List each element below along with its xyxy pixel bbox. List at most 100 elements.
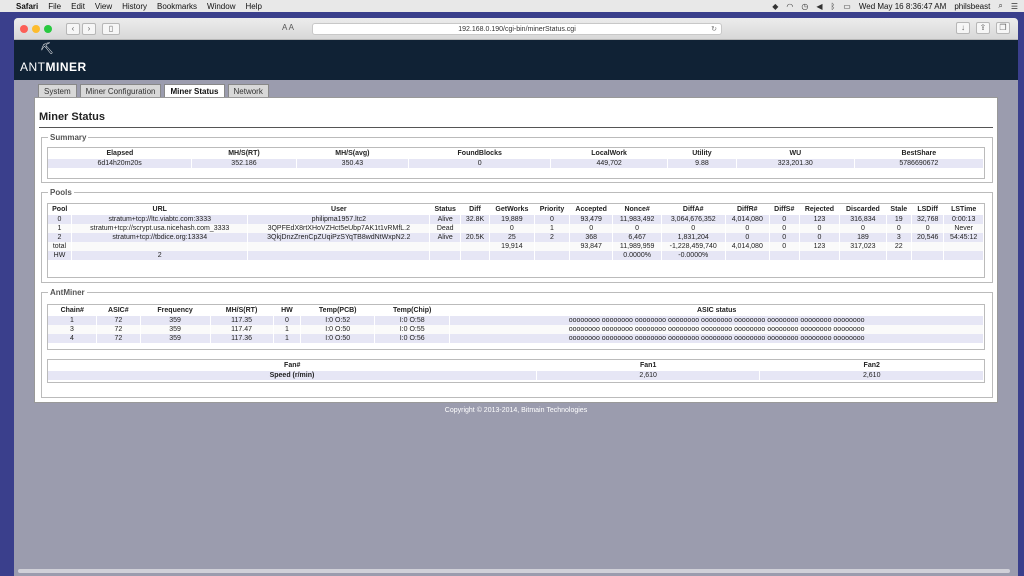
fans-table-box: Fan# Fan1 Fan2 Speed (r/min) 2,610 2,610 (47, 359, 985, 383)
fans-table: Fan# Fan1 Fan2 Speed (r/min) 2,610 2,610 (48, 360, 984, 380)
menu-bookmarks[interactable]: Bookmarks (157, 2, 197, 11)
pools-table: Pool URL User Status Diff GetWorks Priority Acc… (48, 204, 984, 260)
chains-cell: oooooooo oooooooo oooooooo oooooooo oooo… (449, 334, 984, 343)
summary-cell: 350.43 (296, 159, 410, 168)
summary-header: FoundBlocks (457, 150, 502, 157)
pools-cell: stratum+tcp://scrypt.usa.nicehash.com_33… (71, 224, 249, 233)
antminer-logo: ⛏ ANTMINER (20, 43, 87, 74)
back-icon[interactable]: ‹ (66, 22, 80, 35)
pools-cell: 19 (886, 215, 912, 224)
chains-header: HW (281, 307, 293, 314)
pools-cell: 1 (48, 224, 72, 233)
pools-header: DiffR# (736, 206, 758, 213)
pools-cell: 0 (911, 224, 945, 233)
table-row: 1 stratum+tcp://scrypt.usa.nicehash.com_3… (48, 224, 984, 233)
volume-icon[interactable]: ◀ (816, 2, 822, 11)
chains-cell: 1 (48, 316, 97, 325)
pools-cell: 0 (799, 233, 841, 242)
pools-cell: 1 (534, 224, 570, 233)
pools-cell: 0 (48, 215, 72, 224)
menu-help[interactable]: Help (245, 2, 261, 11)
pools-cell: 0 (569, 224, 614, 233)
sidebar-icon[interactable]: ▯ (102, 22, 120, 35)
pools-cell: philipma1957.ltc2 (247, 215, 431, 224)
table-row: 0 stratum+tcp://ltc.viabtc.com:3333 philip… (48, 215, 984, 224)
pools-cell: 11,989,959 (612, 242, 662, 251)
pools-cell: 0 (661, 224, 726, 233)
pools-cell (943, 242, 984, 251)
menu-bar: Safari File Edit View History Bookmarks … (0, 0, 1024, 12)
copyright-footer: Copyright © 2013-2014, Bitmain Technolog… (444, 407, 588, 414)
summary-header: BestShare (901, 150, 937, 157)
pools-cell: 317,023 (839, 242, 887, 251)
chains-cell: 0 (273, 316, 302, 325)
chains-cell: I:0 O:58 (374, 316, 451, 325)
chains-header: ASIC status (696, 307, 737, 314)
menu-clock[interactable]: Wed May 16 8:36:47 AM (859, 2, 946, 11)
text-size-buttons[interactable]: A A (282, 23, 294, 32)
chains-header: Chain# (60, 307, 84, 314)
tab-miner-configuration[interactable]: Miner Configuration (79, 84, 162, 97)
pools-cell: total (48, 242, 72, 251)
menu-window[interactable]: Window (207, 2, 235, 11)
pools-cell: 123 (799, 242, 841, 251)
pools-cell: 2 (71, 251, 249, 260)
downloads-icon[interactable]: ↓ (956, 22, 970, 34)
horizontal-scrollbar[interactable] (14, 568, 1018, 574)
tab-network[interactable]: Network (227, 84, 269, 97)
pools-cell: 19,914 (489, 242, 536, 251)
menu-view[interactable]: View (95, 2, 112, 11)
close-window-button[interactable] (20, 24, 28, 33)
bluetooth-icon[interactable]: ᛒ (830, 2, 835, 11)
summary-legend: Summary (50, 133, 87, 142)
forward-icon[interactable]: › (82, 22, 96, 35)
notification-center-icon[interactable]: ☰ (1011, 2, 1018, 11)
pools-header: Nonce# (624, 206, 650, 213)
time-machine-icon[interactable]: ◷ (801, 2, 808, 11)
pools-cell (247, 242, 431, 251)
table-row: 4 72 359 117.36 1 I:0 O:50 I:0 O:56 oooooooo oo… (48, 334, 984, 343)
tabs-overview-icon[interactable]: ❐ (996, 22, 1010, 34)
menu-history[interactable]: History (122, 2, 147, 11)
pools-cell: Never (943, 224, 984, 233)
chains-cell: 1 (273, 325, 302, 334)
table-row: 2 stratum+tcp://tbdice.org:13334 3QkjDnzZr… (48, 233, 984, 242)
menu-file[interactable]: File (48, 2, 61, 11)
content-panel: Miner Status Summary Elapsed MH/S(RT) MH/S… (34, 97, 998, 403)
reload-icon[interactable]: ↻ (711, 24, 717, 35)
tab-miner-status[interactable]: Miner Status (164, 84, 225, 97)
pools-cell: 32.8K (460, 215, 490, 224)
zoom-window-button[interactable] (44, 24, 52, 33)
pools-header: LSTime (951, 206, 977, 213)
pools-cell: 93,847 (569, 242, 614, 251)
pools-cell (839, 251, 887, 260)
table-row: 1 72 359 117.35 0 I:0 O:52 I:0 O:58 oooooooo oo… (48, 316, 984, 325)
pools-cell: 22 (886, 242, 912, 251)
dropbox-icon[interactable]: ◆ (772, 2, 778, 11)
menu-edit[interactable]: Edit (71, 2, 85, 11)
pools-header: Status (434, 206, 456, 213)
address-bar[interactable]: 192.168.0.190/cgi-bin/minerStatus.cgi ↻ (312, 23, 722, 35)
spotlight-icon[interactable]: ⌕ (998, 1, 1002, 11)
tab-system[interactable]: System (38, 84, 77, 97)
summary-header: LocalWork (591, 150, 627, 157)
wifi-icon[interactable]: ◠ (786, 2, 793, 11)
pools-cell (460, 251, 490, 260)
menu-app-name[interactable]: Safari (16, 2, 38, 11)
scrollbar-thumb[interactable] (18, 569, 1010, 573)
table-row: total 19,914 93,847 11,989,959 -1,228,459,74… (48, 242, 984, 251)
pools-header: Pool (52, 206, 68, 213)
pools-cell: 189 (839, 233, 887, 242)
pools-cell: 6,467 (612, 233, 662, 242)
battery-icon[interactable]: ▭ (843, 2, 851, 11)
pools-cell: 316,834 (839, 215, 887, 224)
chains-cell: 72 (96, 334, 141, 343)
menu-user[interactable]: philsbeast (954, 2, 990, 11)
summary-cell: 6d14h20m20s (48, 159, 193, 168)
minimize-window-button[interactable] (32, 24, 40, 33)
share-icon[interactable]: ⇪ (976, 22, 990, 34)
pools-cell: -0.0000% (661, 251, 726, 260)
pools-cell: 1,831,204 (661, 233, 726, 242)
pools-cell: 0 (612, 224, 662, 233)
pools-cell (769, 251, 800, 260)
